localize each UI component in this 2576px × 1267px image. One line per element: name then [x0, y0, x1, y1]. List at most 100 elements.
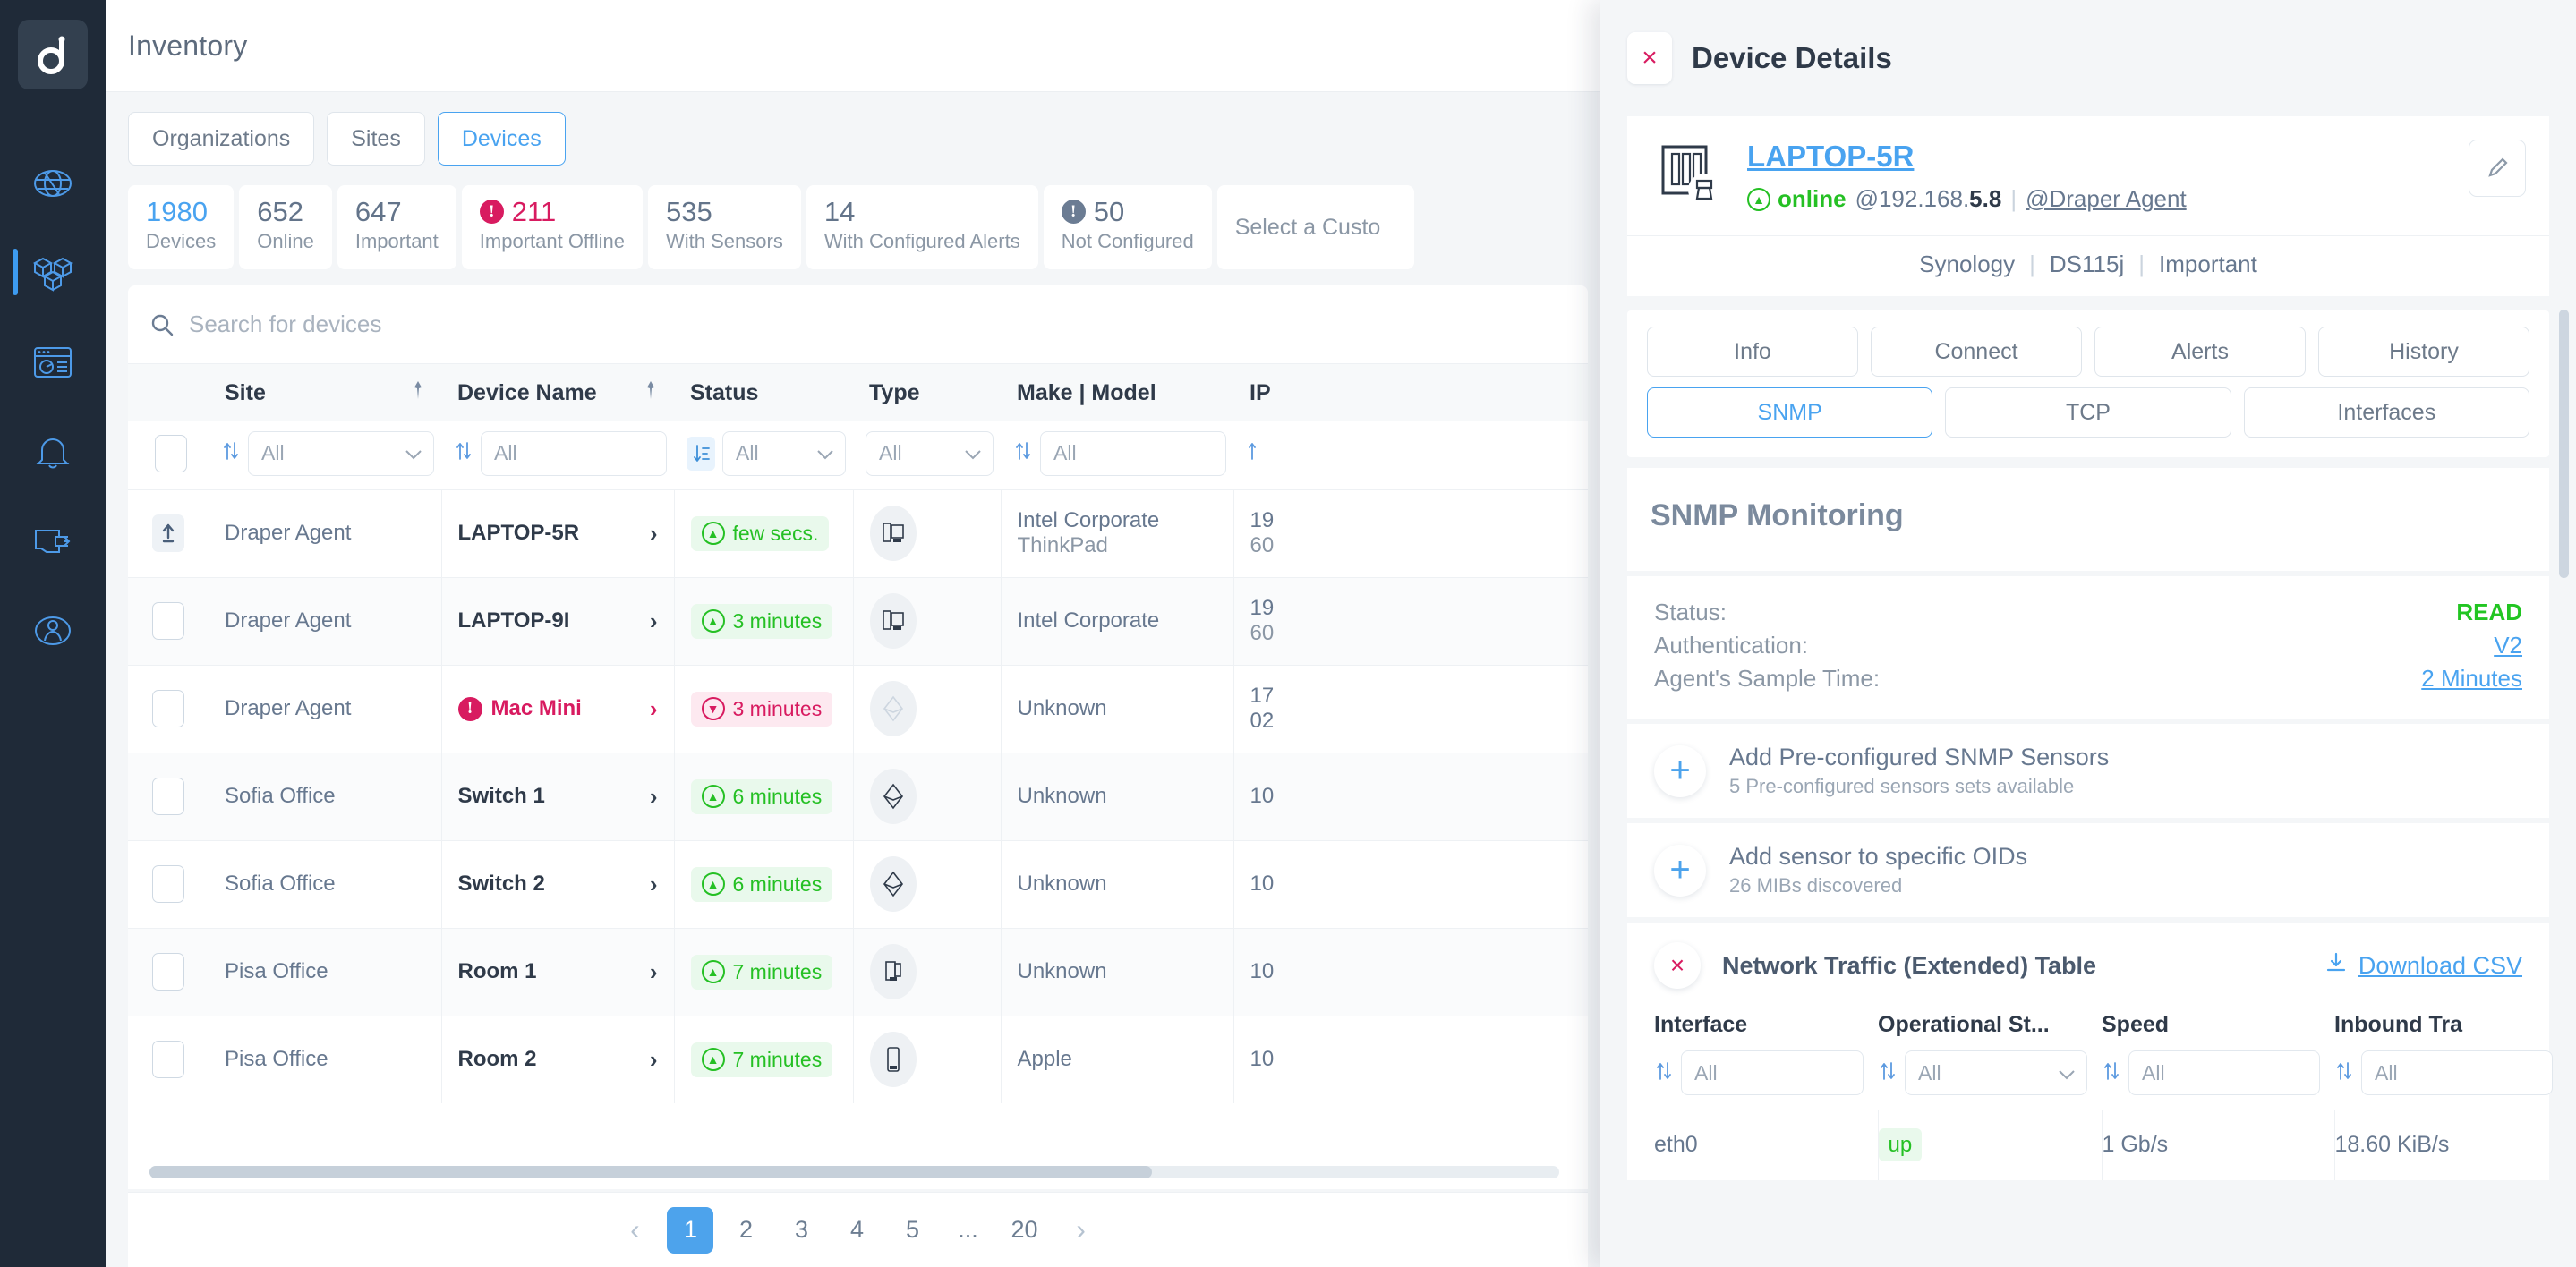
- sort-icon[interactable]: [1013, 439, 1033, 467]
- stat-with-configured-alerts[interactable]: 14 With Configured Alerts: [806, 185, 1038, 269]
- table-row[interactable]: eth0 up 1 Gb/s 18.60 KiB/s: [1654, 1110, 2567, 1180]
- pin-icon[interactable]: [407, 379, 427, 407]
- row-selected-indicator[interactable]: [152, 514, 184, 552]
- stat-devices[interactable]: 1980 Devices: [128, 185, 235, 269]
- sidebar-item-globe[interactable]: [0, 139, 106, 228]
- row-checkbox[interactable]: [152, 602, 184, 640]
- tab-devices[interactable]: Devices: [437, 112, 566, 166]
- filter-site-select[interactable]: All: [248, 430, 434, 476]
- tab-connect[interactable]: Connect: [1871, 327, 2082, 377]
- tab-history[interactable]: History: [2318, 327, 2529, 377]
- th-device-name[interactable]: Device Name: [441, 364, 674, 421]
- sort-icon[interactable]: [2102, 1059, 2121, 1087]
- plus-icon[interactable]: +: [1654, 844, 1706, 897]
- tab-organizations[interactable]: Organizations: [128, 112, 315, 166]
- sidebar-item-dashboard[interactable]: [0, 318, 106, 407]
- sidebar-item-alerts[interactable]: [0, 407, 106, 497]
- row-checkbox[interactable]: [152, 778, 184, 815]
- nt-th-operational-status[interactable]: Operational St...: [1878, 1012, 2102, 1050]
- table-row[interactable]: Draper Agent LAPTOP-5R › ▲ few secs. Intel…: [128, 489, 1588, 577]
- tab-sites[interactable]: Sites: [327, 112, 425, 166]
- device-name-link[interactable]: LAPTOP-5R: [1747, 140, 2449, 174]
- nt-th-interface[interactable]: Interface: [1654, 1012, 1878, 1050]
- tab-interfaces[interactable]: Interfaces: [2243, 387, 2529, 438]
- row-checkbox[interactable]: [152, 953, 184, 991]
- nt-filter-interface-input[interactable]: All: [1681, 1050, 1864, 1095]
- th-make-model[interactable]: Make | Model: [1001, 364, 1233, 421]
- close-icon[interactable]: ×: [1627, 32, 1672, 84]
- table-row[interactable]: Sofia Office Switch 2 › ▲ 6 minutes Unknow…: [128, 839, 1588, 928]
- filter-device-name-input[interactable]: All: [481, 430, 667, 476]
- remove-table-icon[interactable]: ×: [1654, 942, 1701, 989]
- table-row[interactable]: Draper Agent LAPTOP-9I › ▲ 3 minutes Intel…: [128, 576, 1588, 665]
- add-sensor-oids-card[interactable]: + Add sensor to specific OIDs 26 MIBs di…: [1627, 823, 2549, 917]
- tab-tcp[interactable]: TCP: [1945, 387, 2231, 438]
- cell-device-name[interactable]: Room 2 ›: [441, 1015, 675, 1103]
- cell-device-name[interactable]: Switch 1 ›: [441, 752, 675, 840]
- stat-with-sensors[interactable]: 535 With Sensors: [648, 185, 801, 269]
- sort-icon[interactable]: [1654, 1059, 1674, 1087]
- stat-important[interactable]: 647 Important: [337, 185, 456, 269]
- nt-filter-inbound-input[interactable]: All: [2361, 1050, 2553, 1095]
- nt-filter-operational-status-select[interactable]: All: [1905, 1050, 2087, 1095]
- edit-device-button[interactable]: [2469, 140, 2526, 197]
- sort-icon[interactable]: [221, 439, 241, 467]
- pagination-page-4[interactable]: 4: [833, 1207, 880, 1254]
- app-logo[interactable]: [18, 20, 88, 89]
- device-agent-link[interactable]: @Draper Agent: [2026, 185, 2187, 213]
- sort-icon[interactable]: [1246, 439, 1266, 467]
- sidebar-item-logout[interactable]: [0, 497, 106, 586]
- sidebar-item-inventory[interactable]: [0, 228, 106, 318]
- th-ip[interactable]: IP: [1233, 364, 1588, 421]
- filter-status-select[interactable]: All: [722, 430, 846, 476]
- table-row[interactable]: Sofia Office Switch 1 › ▲ 6 minutes Unknow…: [128, 752, 1588, 840]
- plus-icon[interactable]: +: [1654, 744, 1706, 797]
- table-row[interactable]: Pisa Office Room 1 › ▲ 7 minutes Unknown 1…: [128, 927, 1588, 1016]
- pagination-page-20[interactable]: 20: [1000, 1207, 1048, 1254]
- nt-th-inbound-traffic[interactable]: Inbound Tra: [2334, 1012, 2567, 1050]
- row-checkbox[interactable]: [152, 690, 184, 727]
- nt-th-speed[interactable]: Speed: [2102, 1012, 2334, 1050]
- th-status[interactable]: Status: [674, 364, 853, 421]
- cell-device-name[interactable]: Room 1 ›: [441, 927, 675, 1016]
- download-csv[interactable]: Download CSV: [2324, 951, 2522, 981]
- pagination-page-2[interactable]: 2: [722, 1207, 769, 1254]
- tab-info[interactable]: Info: [1647, 327, 1858, 377]
- pagination-page-1[interactable]: 1: [667, 1206, 714, 1254]
- stat-not-configured[interactable]: ! 50 Not Configured: [1043, 185, 1212, 269]
- sort-icon-active[interactable]: [687, 436, 715, 471]
- table-row[interactable]: Draper Agent ! Mac Mini › ▼ 3 minutes Unkno…: [128, 664, 1588, 753]
- download-csv-link[interactable]: Download CSV: [2358, 952, 2522, 980]
- pagination-next[interactable]: ›: [1058, 1207, 1105, 1254]
- stat-online[interactable]: 652 Online: [239, 185, 332, 269]
- add-preconfigured-sensors-card[interactable]: + Add Pre-configured SNMP Sensors 5 Pre-…: [1627, 724, 2549, 818]
- snmp-sample-time-value[interactable]: 2 Minutes: [2421, 665, 2522, 693]
- cell-device-name[interactable]: LAPTOP-5R ›: [441, 489, 675, 577]
- nt-filter-speed-input[interactable]: All: [2128, 1050, 2320, 1095]
- cell-device-name[interactable]: ! Mac Mini ›: [441, 664, 675, 753]
- tab-alerts[interactable]: Alerts: [2094, 327, 2306, 377]
- table-row[interactable]: Pisa Office Room 2 › ▲ 7 minutes Apple 10: [128, 1015, 1588, 1103]
- filter-make-model-input[interactable]: All: [1040, 430, 1226, 476]
- pagination-page-3[interactable]: 3: [778, 1207, 824, 1254]
- customer-select[interactable]: Select a Custo: [1216, 185, 1414, 269]
- snmp-authentication-value[interactable]: V2: [2494, 632, 2522, 659]
- cell-device-name[interactable]: Switch 2 ›: [441, 839, 675, 928]
- sort-icon[interactable]: [2334, 1059, 2354, 1087]
- row-checkbox[interactable]: [152, 865, 184, 903]
- pagination-prev[interactable]: ‹: [611, 1207, 658, 1254]
- cell-device-name[interactable]: LAPTOP-9I ›: [441, 576, 675, 665]
- pagination-page-5[interactable]: 5: [889, 1207, 935, 1254]
- panel-vertical-scrollbar[interactable]: [2559, 310, 2569, 578]
- row-checkbox[interactable]: [152, 1041, 184, 1079]
- sort-icon[interactable]: [454, 439, 473, 467]
- tab-snmp[interactable]: SNMP: [1647, 387, 1933, 438]
- sidebar-item-profile[interactable]: [0, 586, 106, 676]
- search-input[interactable]: [189, 310, 905, 338]
- filter-type-select[interactable]: All: [866, 430, 994, 476]
- table-horizontal-scrollbar[interactable]: [149, 1166, 1559, 1178]
- th-type[interactable]: Type: [853, 364, 1001, 421]
- select-all-checkbox[interactable]: [155, 434, 187, 472]
- th-site[interactable]: Site: [209, 364, 441, 421]
- sort-icon[interactable]: [1878, 1059, 1898, 1087]
